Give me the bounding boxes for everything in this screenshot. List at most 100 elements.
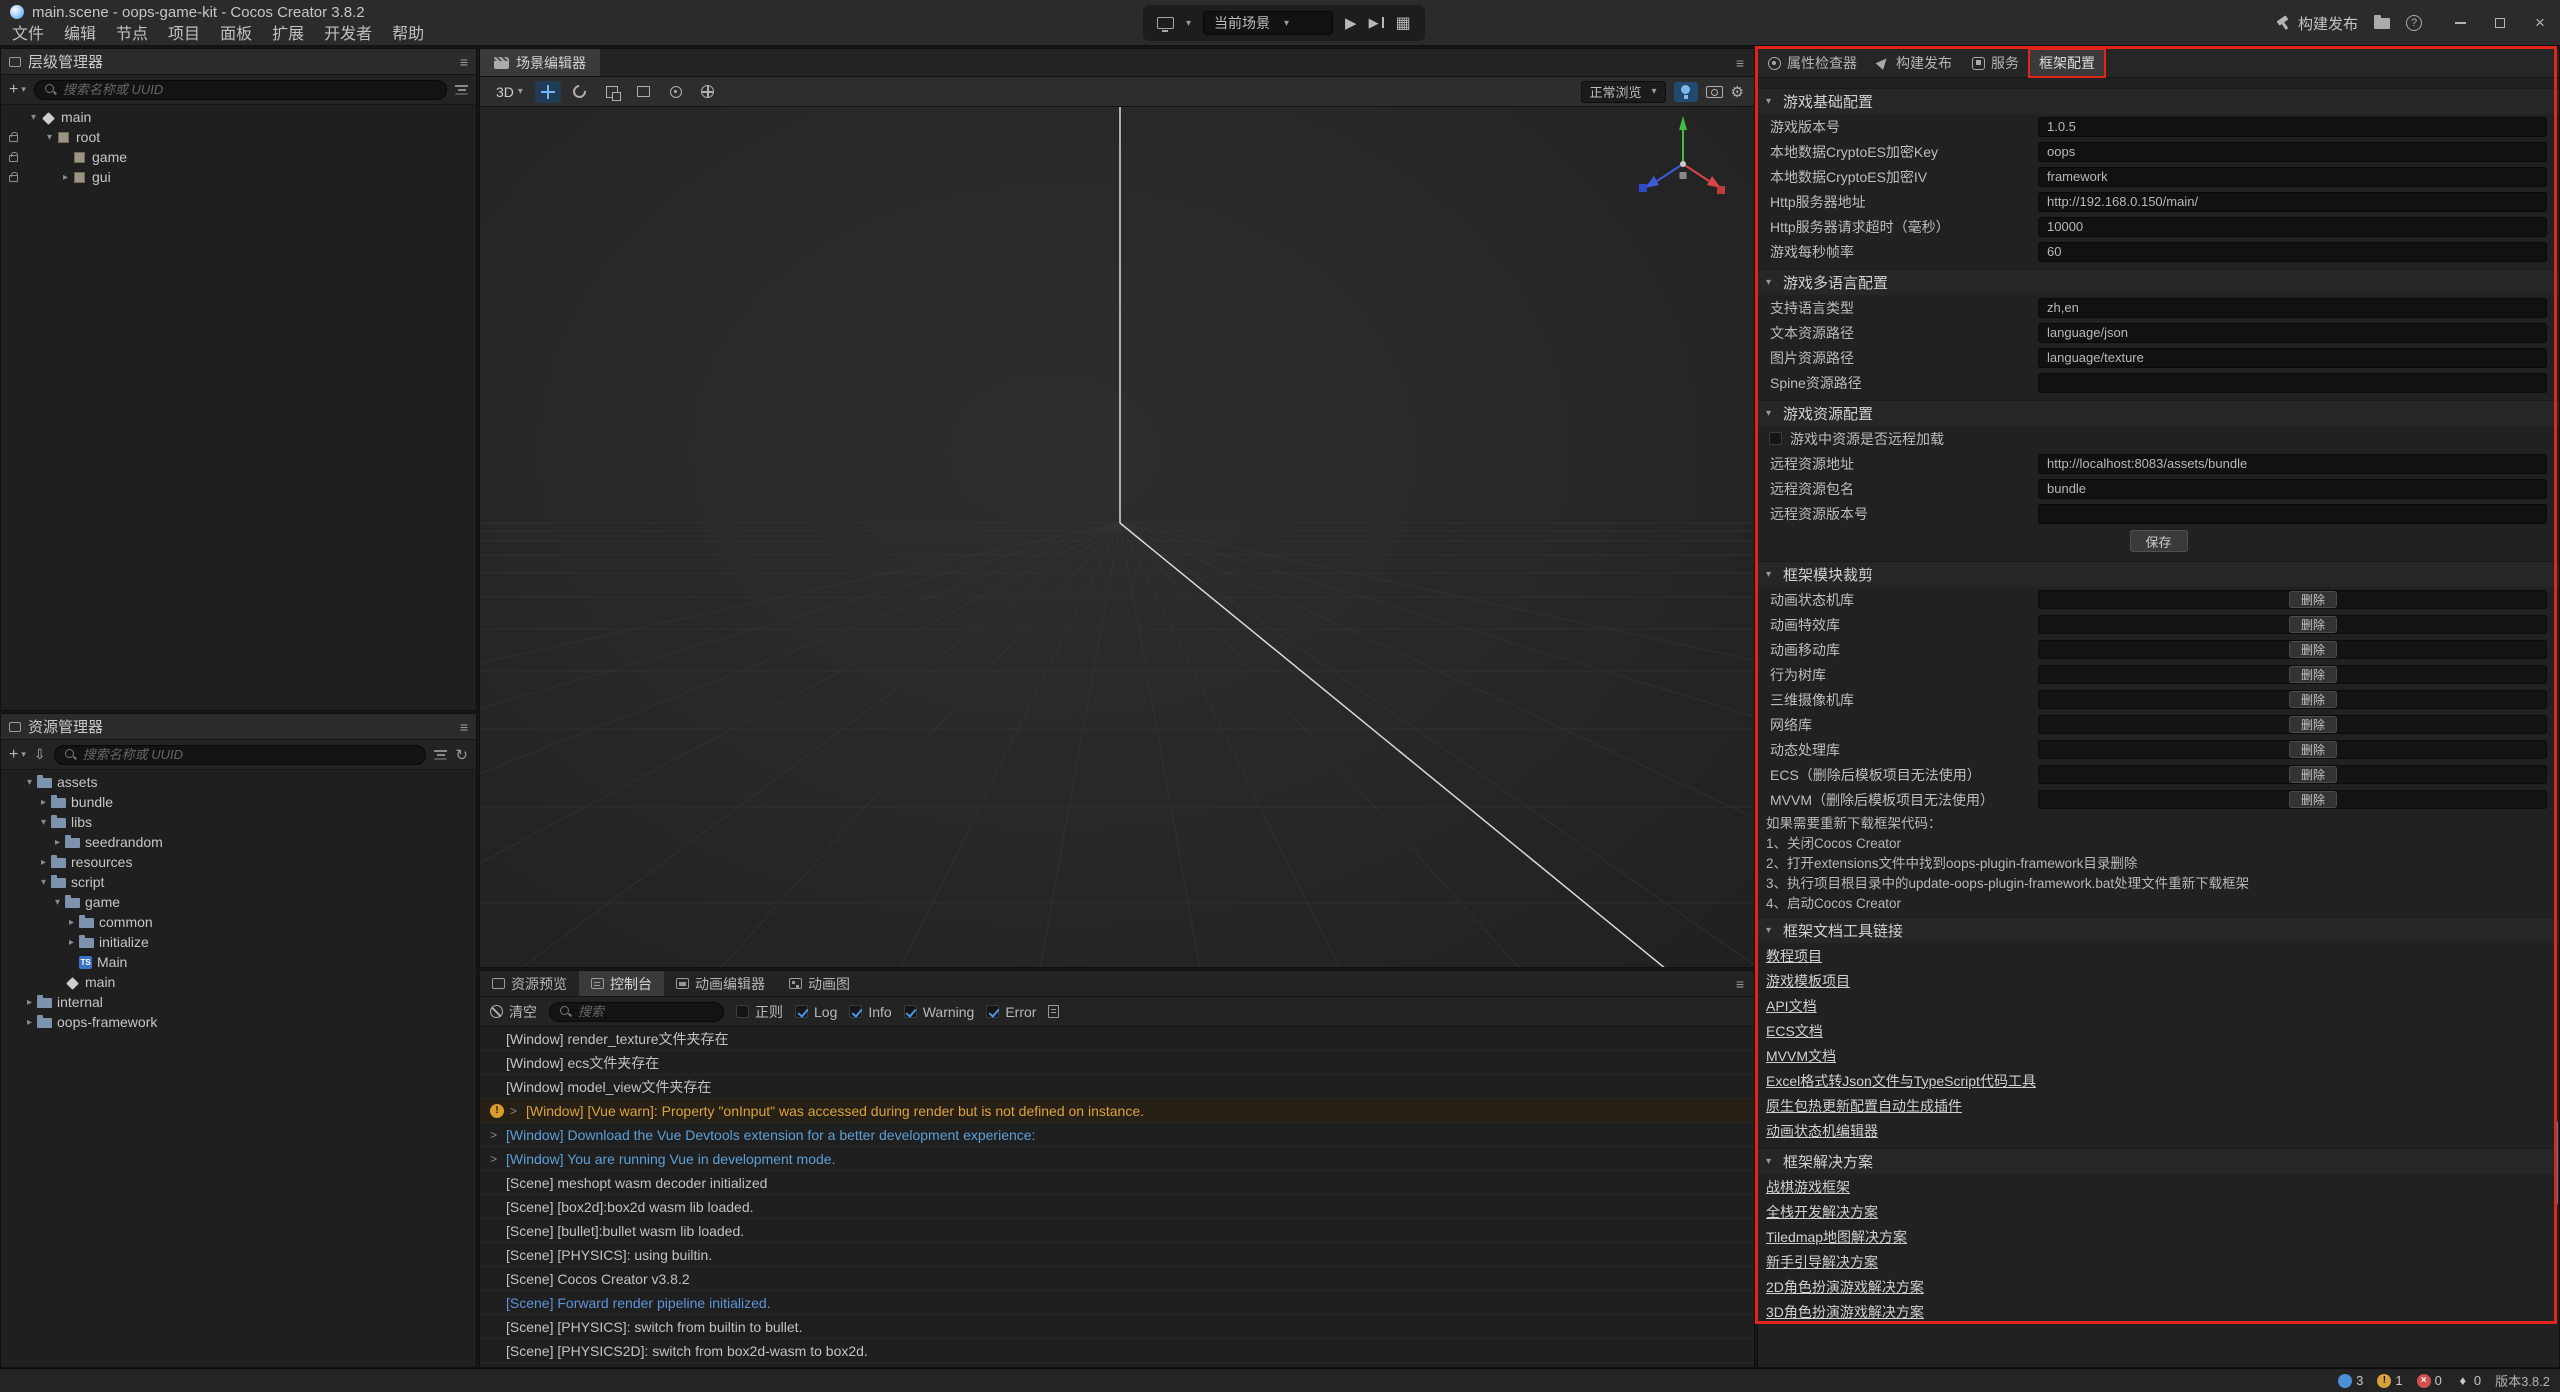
delete-button[interactable]: 删除 bbox=[2289, 791, 2337, 808]
console-tab[interactable]: 资源预览 bbox=[480, 971, 579, 996]
menu-item[interactable]: 开发者 bbox=[314, 23, 382, 46]
hierarchy-search-input[interactable] bbox=[63, 82, 437, 97]
delete-button[interactable]: 删除 bbox=[2289, 591, 2337, 608]
delete-button[interactable]: 删除 bbox=[2289, 691, 2337, 708]
step-button[interactable]: ▶ bbox=[1369, 15, 1384, 31]
asset-node[interactable]: Main bbox=[1, 952, 476, 972]
field-input[interactable] bbox=[2038, 373, 2547, 393]
doc-link[interactable]: 原生包热更新配置自动生成插件 bbox=[1766, 1096, 1962, 1116]
inspector-section-header[interactable]: 游戏多语言配置 bbox=[1758, 269, 2559, 295]
inspector-tab[interactable]: 属性检查器 bbox=[1758, 49, 1867, 77]
asset-node[interactable]: libs bbox=[1, 812, 476, 832]
panel-menu-icon[interactable]: ≡ bbox=[1736, 976, 1744, 992]
doc-link[interactable]: 新手引导解决方案 bbox=[1766, 1252, 1878, 1272]
delete-button[interactable]: 删除 bbox=[2289, 741, 2337, 758]
doc-link[interactable]: 教程项目 bbox=[1766, 946, 1822, 966]
doc-link[interactable]: 3D角色扮演游戏解决方案 bbox=[1766, 1302, 1924, 1322]
caret-icon[interactable] bbox=[23, 997, 36, 1008]
log-row[interactable]: [Scene] Forward render pipeline initiali… bbox=[480, 1291, 1754, 1315]
layout-grid-icon[interactable]: ▦ bbox=[1396, 13, 1411, 33]
delete-button[interactable]: 删除 bbox=[2289, 641, 2337, 658]
expand-caret-icon[interactable] bbox=[510, 1104, 520, 1118]
caret-icon[interactable] bbox=[27, 112, 40, 123]
doc-link[interactable]: MVVM文档 bbox=[1766, 1046, 1836, 1066]
log-row[interactable]: [Scene] Cocos Creator v3.8.2 bbox=[480, 1267, 1754, 1291]
caret-icon[interactable] bbox=[37, 797, 50, 808]
inspector-tab[interactable]: 服务 bbox=[1962, 49, 2029, 77]
inspector-scrollbar[interactable] bbox=[2554, 1121, 2558, 1205]
log-row[interactable]: [Scene] [PHYSICS]: switch from builtin t… bbox=[480, 1315, 1754, 1339]
console-search-input[interactable] bbox=[578, 1004, 714, 1019]
field-input[interactable] bbox=[2038, 323, 2547, 343]
coordinate-space-button[interactable] bbox=[695, 81, 721, 103]
doc-link[interactable]: 2D角色扮演游戏解决方案 bbox=[1766, 1277, 1924, 1297]
log-row[interactable]: [Scene] meshopt wasm decoder initialized bbox=[480, 1171, 1754, 1195]
status-count[interactable]: 0 bbox=[2417, 1373, 2442, 1388]
tree-node[interactable]: game bbox=[1, 147, 476, 167]
caret-icon[interactable] bbox=[43, 132, 56, 143]
log-filter-checkbox[interactable]: Log bbox=[795, 1004, 837, 1020]
asset-node[interactable]: common bbox=[1, 912, 476, 932]
asset-node[interactable]: oops-framework bbox=[1, 1012, 476, 1032]
import-asset-icon[interactable]: ⇩ bbox=[34, 746, 46, 763]
asset-node[interactable]: script bbox=[1, 872, 476, 892]
doc-link[interactable]: 战棋游戏框架 bbox=[1766, 1177, 1850, 1197]
axis-gizmo[interactable] bbox=[1639, 116, 1725, 194]
expand-caret-icon[interactable] bbox=[490, 1128, 500, 1142]
asset-node[interactable]: seedrandom bbox=[1, 832, 476, 852]
menu-item[interactable]: 扩展 bbox=[262, 23, 314, 46]
open-project-folder-icon[interactable] bbox=[2374, 18, 2390, 29]
menu-item[interactable]: 编辑 bbox=[54, 23, 106, 46]
minimize-button[interactable] bbox=[2440, 0, 2480, 46]
log-row[interactable]: [Scene] [PHYSICS2D]: switch from box2d-w… bbox=[480, 1339, 1754, 1363]
log-filter-checkbox[interactable]: Warning bbox=[904, 1004, 975, 1020]
asset-node[interactable]: assets bbox=[1, 772, 476, 792]
move-tool-button[interactable] bbox=[535, 81, 561, 103]
log-row[interactable]: [Window] [Vue warn]: Property "onInput" … bbox=[480, 1099, 1754, 1123]
log-row[interactable]: [Scene] [box2d]:box2d wasm lib loaded. bbox=[480, 1195, 1754, 1219]
caret-icon[interactable] bbox=[51, 837, 64, 848]
doc-link[interactable]: 游戏模板项目 bbox=[1766, 971, 1850, 991]
maximize-button[interactable] bbox=[2480, 0, 2520, 46]
log-row[interactable]: [Window] model_view文件夹存在 bbox=[480, 1075, 1754, 1099]
pivot-toggle-button[interactable] bbox=[663, 81, 689, 103]
panel-menu-icon[interactable]: ≡ bbox=[1736, 55, 1744, 71]
field-input[interactable] bbox=[2038, 348, 2547, 368]
clear-console-button[interactable]: 清空 bbox=[490, 1002, 537, 1022]
caret-icon[interactable] bbox=[37, 857, 50, 868]
scale-tool-button[interactable] bbox=[599, 81, 625, 103]
menu-item[interactable]: 面板 bbox=[210, 23, 262, 46]
log-row[interactable]: [Window] ecs文件夹存在 bbox=[480, 1051, 1754, 1075]
lock-icon[interactable] bbox=[9, 155, 18, 162]
asset-node[interactable]: internal bbox=[1, 992, 476, 1012]
doc-link[interactable]: Tiledmap地图解决方案 bbox=[1766, 1227, 1907, 1247]
field-input[interactable] bbox=[2038, 217, 2547, 237]
field-input[interactable] bbox=[2038, 242, 2547, 262]
panel-menu-icon[interactable]: ≡ bbox=[460, 54, 468, 70]
chevron-down-icon[interactable]: ▾ bbox=[1186, 18, 1191, 29]
menu-item[interactable]: 节点 bbox=[106, 23, 158, 46]
menu-item[interactable]: 帮助 bbox=[382, 23, 434, 46]
panel-menu-icon[interactable]: ≡ bbox=[460, 719, 468, 735]
asset-node[interactable]: game bbox=[1, 892, 476, 912]
tree-node[interactable]: main bbox=[1, 107, 476, 127]
inspector-tab[interactable]: 构建发布 bbox=[1867, 49, 1962, 77]
delete-button[interactable]: 删除 bbox=[2289, 666, 2337, 683]
status-count[interactable]: 3 bbox=[2338, 1373, 2363, 1388]
delete-button[interactable]: 删除 bbox=[2289, 616, 2337, 633]
help-icon[interactable]: ? bbox=[2406, 15, 2422, 31]
caret-icon[interactable] bbox=[23, 777, 36, 788]
asset-node[interactable]: bundle bbox=[1, 792, 476, 812]
doc-link[interactable]: API文档 bbox=[1766, 996, 1817, 1016]
field-input[interactable] bbox=[2038, 192, 2547, 212]
asset-node[interactable]: main bbox=[1, 972, 476, 992]
gear-icon[interactable]: ⚙ bbox=[1731, 83, 1744, 101]
rect-tool-button[interactable] bbox=[631, 81, 657, 103]
field-input[interactable] bbox=[2038, 504, 2547, 524]
log-filter-checkbox[interactable]: Info bbox=[849, 1004, 891, 1020]
caret-icon[interactable] bbox=[65, 937, 78, 948]
console-tab[interactable]: 动画编辑器 bbox=[664, 971, 777, 996]
filter-icon[interactable] bbox=[434, 750, 447, 760]
status-count[interactable]: 0 bbox=[2456, 1373, 2481, 1388]
export-log-icon[interactable] bbox=[1048, 1005, 1059, 1018]
